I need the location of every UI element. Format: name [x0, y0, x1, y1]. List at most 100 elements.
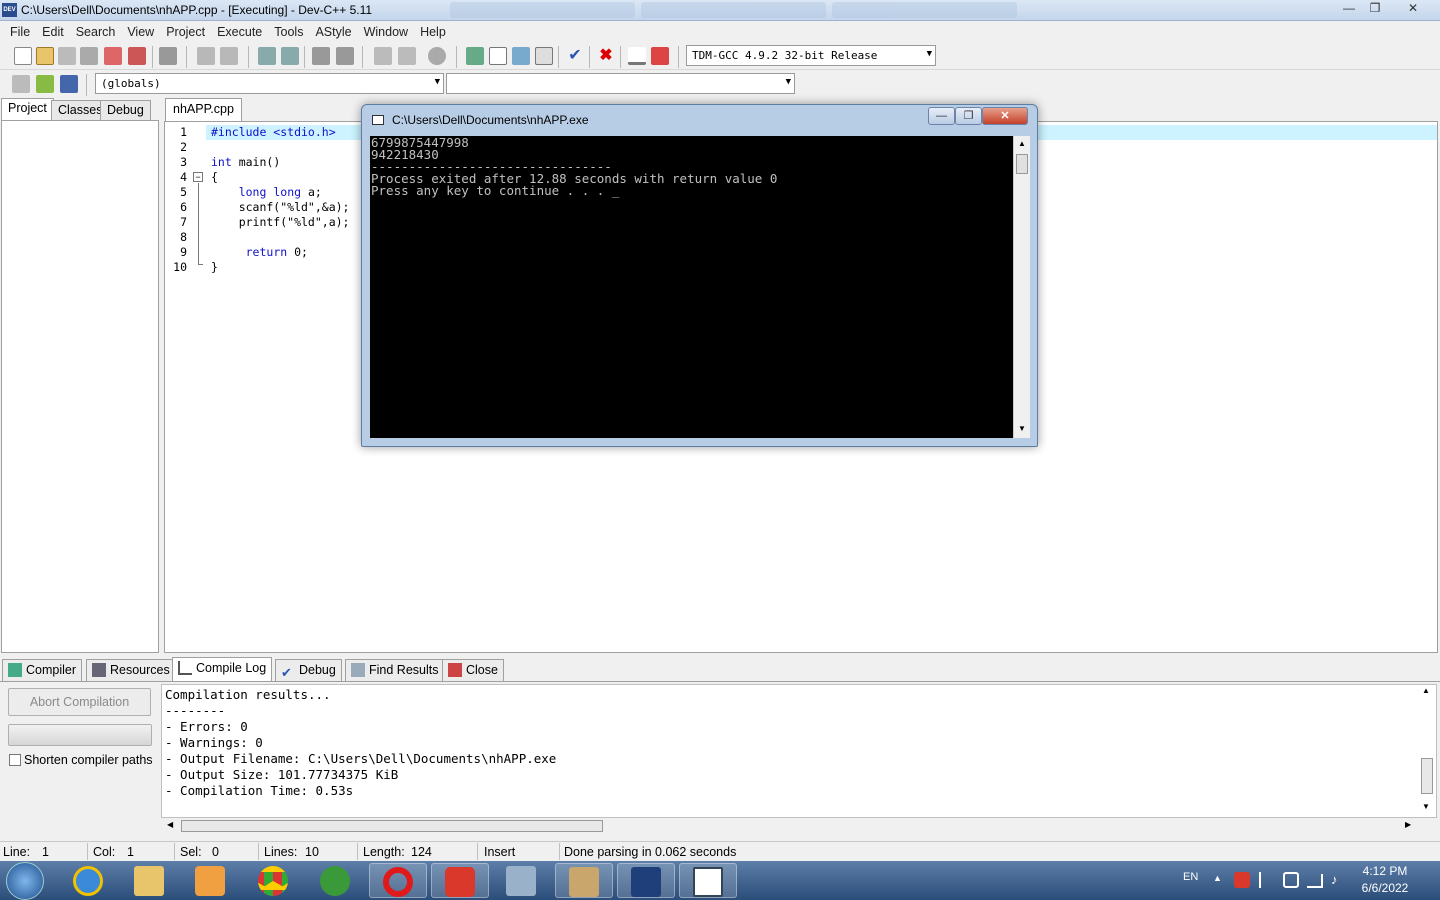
taskbar-coccoc[interactable]	[307, 863, 365, 898]
code-line: }	[211, 260, 218, 274]
menu-project[interactable]: Project	[160, 25, 211, 39]
power-icon[interactable]	[1283, 872, 1299, 888]
scroll-thumb[interactable]	[1421, 758, 1433, 794]
find-icon[interactable]	[258, 47, 276, 65]
tab-resources[interactable]: Resources	[86, 659, 176, 681]
taskbar-explorer[interactable]	[121, 863, 179, 898]
check-syntax-icon[interactable]: ✔	[566, 47, 584, 65]
insert-icon[interactable]	[12, 75, 30, 93]
coccoc-icon	[320, 866, 350, 896]
close-file-icon[interactable]	[104, 47, 122, 65]
save-all-icon[interactable]	[80, 47, 98, 65]
menu-tools[interactable]: Tools	[268, 25, 309, 39]
scope-select[interactable]: (globals) ▼	[95, 73, 444, 94]
clock-date[interactable]: 6/6/2022	[1355, 881, 1415, 895]
console-output[interactable]: 6799875447998 942218430 ----------------…	[370, 136, 1013, 438]
tab-debug[interactable]: Debug	[100, 100, 151, 120]
undo-icon[interactable]	[197, 47, 215, 65]
minimize-button[interactable]: —	[1336, 0, 1362, 17]
console-window[interactable]: C:\Users\Dell\Documents\nhAPP.exe — ❐ ✕ …	[361, 104, 1038, 447]
menu-edit[interactable]: Edit	[36, 25, 70, 39]
console-restore-button[interactable]: ❐	[955, 107, 982, 125]
layout-icon-4[interactable]	[535, 47, 553, 65]
tab-compile-log[interactable]: Compile Log	[172, 657, 273, 681]
tab-debug-bottom[interactable]: ✔ Debug	[275, 659, 342, 681]
console-scrollbar[interactable]: ▲ ▼	[1013, 136, 1030, 438]
goto-icon[interactable]	[36, 75, 54, 93]
indent-icon[interactable]	[312, 47, 330, 65]
toggle-bookmark-icon[interactable]	[428, 47, 446, 65]
redo-icon[interactable]	[220, 47, 238, 65]
console-minimize-button[interactable]: —	[928, 107, 955, 125]
restore-button[interactable]: ❐	[1362, 0, 1388, 17]
language-indicator[interactable]: EN	[1183, 871, 1198, 883]
compiler-select[interactable]: TDM-GCC 4.9.2 32-bit Release ▼	[686, 45, 936, 66]
stop-execution-icon[interactable]: ✖	[597, 47, 615, 65]
menu-view[interactable]: View	[121, 25, 160, 39]
tab-close[interactable]: Close	[442, 659, 504, 681]
menu-search[interactable]: Search	[70, 25, 122, 39]
vivaldi-tray-icon[interactable]	[1234, 872, 1250, 888]
close-all-icon[interactable]	[128, 47, 146, 65]
tray-expand-icon[interactable]: ▲	[1213, 873, 1222, 883]
taskbar-chrome[interactable]	[245, 863, 303, 898]
save-icon[interactable]	[58, 47, 76, 65]
tab-project[interactable]: Project	[1, 98, 54, 121]
taskbar-devcpp[interactable]	[617, 863, 675, 898]
scroll-thumb[interactable]	[1016, 154, 1028, 174]
scroll-up-icon[interactable]: ▲	[1422, 686, 1430, 695]
taskbar-console[interactable]	[679, 863, 737, 898]
start-orb-icon[interactable]	[6, 862, 44, 900]
network-signal-icon[interactable]	[1307, 874, 1323, 888]
delete-profile-icon[interactable]	[651, 47, 669, 65]
taskbar-vivaldi[interactable]	[431, 863, 489, 898]
scroll-up-icon[interactable]: ▲	[1018, 139, 1026, 148]
menu-execute[interactable]: Execute	[211, 25, 268, 39]
menu-astyle[interactable]: AStyle	[309, 25, 357, 39]
unindent-icon[interactable]	[336, 47, 354, 65]
scroll-left-icon[interactable]: ◀	[167, 820, 173, 829]
close-icon	[448, 663, 462, 677]
abort-compilation-button[interactable]: Abort Compilation	[8, 688, 151, 716]
profile-icon[interactable]	[628, 47, 646, 65]
scroll-thumb[interactable]	[181, 820, 603, 832]
taskbar-opera[interactable]	[369, 863, 427, 898]
flag-icon[interactable]	[1259, 872, 1273, 888]
compile-log-output[interactable]: Compilation results... -------- - Errors…	[161, 684, 1437, 818]
taskbar-ie[interactable]	[60, 863, 118, 898]
menu-file[interactable]: File	[4, 25, 36, 39]
project-tree[interactable]	[1, 120, 159, 653]
member-select[interactable]: ▼	[446, 73, 795, 94]
layout-icon-1[interactable]	[466, 47, 484, 65]
go-back-icon[interactable]	[374, 47, 392, 65]
open-file-icon[interactable]	[36, 47, 54, 65]
layout-icon-3[interactable]	[512, 47, 530, 65]
compiler-icon	[8, 663, 22, 677]
clock-time[interactable]: 4:12 PM	[1355, 864, 1415, 878]
tab-find-results[interactable]: Find Results	[345, 659, 445, 681]
taskbar-free-pascal[interactable]	[555, 863, 613, 898]
layout-icon-2[interactable]	[489, 47, 507, 65]
shorten-paths-checkbox[interactable]	[9, 754, 21, 766]
toggle-icon[interactable]	[60, 75, 78, 93]
print-icon[interactable]	[159, 47, 177, 65]
menu-window[interactable]: Window	[358, 25, 414, 39]
tab-compiler[interactable]: Compiler	[2, 659, 83, 681]
log-vertical-scrollbar[interactable]: ▲ ▼	[1419, 686, 1435, 816]
volume-icon[interactable]: ♪	[1331, 872, 1338, 887]
taskbar-media-player[interactable]	[182, 863, 240, 898]
menu-help[interactable]: Help	[414, 25, 452, 39]
devcpp-app-icon[interactable]: DEV	[2, 3, 17, 17]
fold-toggle-icon[interactable]: −	[193, 172, 203, 182]
close-window-button[interactable]: ✕	[1400, 0, 1426, 17]
scroll-down-icon[interactable]: ▼	[1018, 424, 1026, 433]
scroll-right-icon[interactable]: ▶	[1405, 820, 1411, 829]
taskbar-calculator[interactable]	[493, 863, 551, 898]
console-close-button[interactable]: ✕	[982, 107, 1028, 125]
go-forward-icon[interactable]	[398, 47, 416, 65]
scroll-down-icon[interactable]: ▼	[1422, 802, 1430, 811]
replace-icon[interactable]	[281, 47, 299, 65]
new-file-icon[interactable]	[14, 47, 32, 65]
editor-file-tab[interactable]: nhAPP.cpp	[165, 98, 242, 122]
log-horizontal-scrollbar[interactable]: ◀ ▶	[163, 818, 1420, 834]
